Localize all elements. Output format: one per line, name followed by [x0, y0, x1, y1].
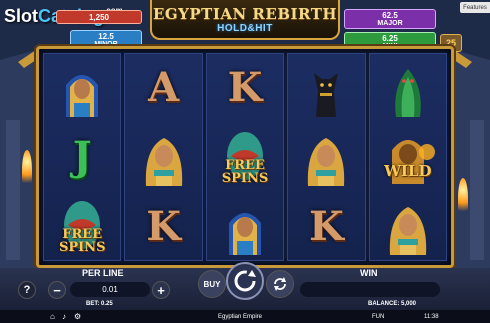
grand-jackpot: 1,250 — [56, 10, 142, 24]
queen-symbol — [145, 137, 182, 186]
buy-feature-button[interactable]: BUY — [198, 270, 226, 298]
autoplay-button[interactable] — [266, 270, 294, 298]
game-title: EGYPTIAN REBIRTH — [152, 4, 338, 23]
queen-symbol — [308, 137, 345, 186]
reel-4-row-2 — [288, 123, 364, 190]
per-line-label: PER LINE — [82, 268, 124, 278]
reel-frame: J FREE SPINS A K K FREE SPINS K WILD — [36, 46, 454, 268]
reel-2-row-2 — [125, 123, 201, 190]
queen-symbol — [389, 207, 426, 256]
reel-4-row-3: K — [288, 193, 364, 260]
pharaoh-symbol — [66, 74, 99, 117]
cobra-symbol — [394, 68, 421, 117]
reel-5-row-2: WILD — [370, 123, 446, 190]
win-value-display — [300, 282, 440, 297]
decrease-bet-button[interactable]: − — [48, 281, 66, 299]
reel-5-row-3 — [370, 193, 446, 260]
features-button[interactable]: Features — [460, 2, 490, 13]
reel-2-row-1: A — [125, 54, 201, 121]
letter-symbol: J — [72, 133, 92, 181]
reels-grid: J FREE SPINS A K K FREE SPINS K WILD — [43, 53, 447, 261]
bet-readout: BET: 0.25 — [86, 301, 113, 307]
reel-3-row-1: K — [207, 54, 283, 121]
per-line-value: 0.01 — [70, 282, 150, 297]
reel-2: AK — [124, 53, 203, 261]
pharaoh-symbol — [228, 213, 261, 256]
reel-1-row-1 — [44, 54, 120, 121]
left-torch-flame — [22, 150, 32, 190]
reel-1-row-3: FREE SPINS — [44, 193, 120, 260]
game-subtitle: HOLD&HIT — [217, 22, 273, 34]
letter-symbol: K — [227, 64, 263, 112]
win-label: WIN — [360, 268, 378, 278]
free-spins-label: FREE SPINS — [221, 157, 269, 186]
help-button[interactable]: ? — [18, 281, 36, 299]
mode-label: FUN — [372, 313, 385, 320]
bastet-cat-symbol — [314, 72, 339, 117]
reel-4-row-1 — [288, 54, 364, 121]
wild-label: WILD — [384, 161, 432, 180]
major-jackpot: 62.5 MAJOR — [344, 9, 436, 29]
letter-symbol: K — [309, 202, 344, 250]
reel-2-row-3: K — [125, 193, 201, 260]
free-spins-label: FREE SPINS — [58, 227, 106, 255]
settings-icon[interactable]: ⚙ — [74, 312, 81, 321]
reel-1: J FREE SPINS — [43, 53, 122, 261]
autoplay-icon — [274, 277, 286, 291]
status-bar: ⌂ ♪ ⚙ Egyptian Empire FUN 11:38 — [0, 310, 490, 323]
reel-4: K — [287, 53, 366, 261]
game-name: Egyptian Empire — [218, 313, 263, 320]
balance-readout: BALANCE: 5,000 — [368, 301, 417, 307]
spin-button[interactable] — [226, 262, 264, 300]
reel-3: K FREE SPINS — [205, 53, 285, 261]
game-logo: EGYPTIAN REBIRTH HOLD&HIT — [150, 0, 340, 40]
sound-icon[interactable]: ♪ — [62, 312, 66, 321]
letter-symbol: A — [148, 64, 180, 112]
increase-bet-button[interactable]: + — [152, 281, 170, 299]
reel-3-row-3 — [207, 193, 283, 260]
reel-3-row-2: FREE SPINS — [207, 123, 283, 190]
right-torch-flame — [458, 178, 468, 218]
spin-icon — [234, 270, 256, 292]
reel-5: WILD — [368, 53, 447, 261]
letter-symbol: K — [146, 202, 181, 250]
clock: 11:38 — [424, 313, 439, 320]
reel-5-row-1 — [370, 54, 446, 121]
home-icon[interactable]: ⌂ — [50, 312, 55, 321]
reel-1-row-2: J — [44, 123, 120, 190]
